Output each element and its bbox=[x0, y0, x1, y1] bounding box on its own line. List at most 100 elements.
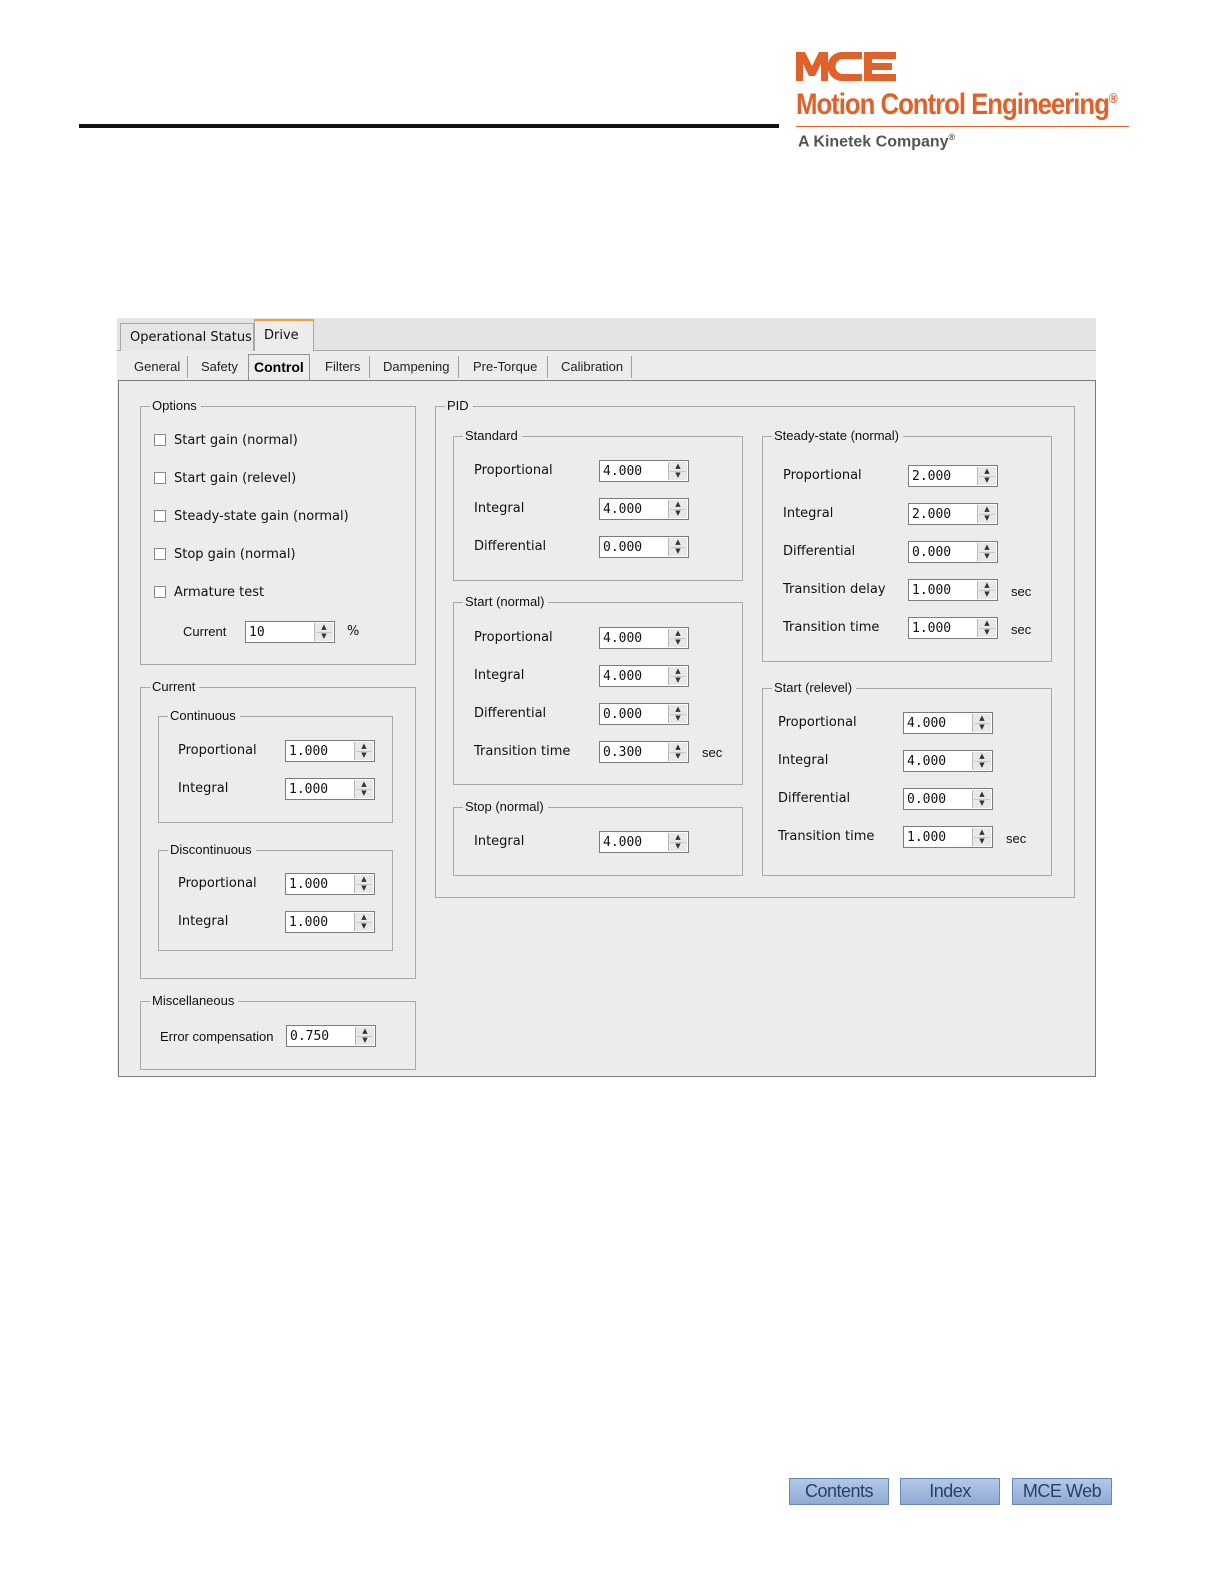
continuous-integral-input[interactable] bbox=[286, 779, 354, 799]
spin-down-icon[interactable]: ▼ bbox=[979, 476, 995, 485]
start-normal-transition-time-spinbox[interactable]: ▲▼ bbox=[599, 741, 689, 763]
spin-buttons[interactable]: ▲ ▼ bbox=[668, 538, 687, 556]
relevel-proportional-spinbox[interactable]: ▲▼ bbox=[903, 712, 993, 734]
continuous-proportional-spinbox[interactable]: ▲▼ bbox=[285, 740, 375, 762]
spin-buttons[interactable]: ▲ ▼ bbox=[354, 742, 373, 760]
steady-differential-spinbox[interactable]: ▲▼ bbox=[908, 541, 998, 563]
spin-down-icon[interactable]: ▼ bbox=[670, 842, 686, 851]
spin-down-icon[interactable]: ▼ bbox=[356, 751, 372, 760]
spin-buttons[interactable]: ▲ ▼ bbox=[977, 505, 996, 523]
subtab-calibration[interactable]: Calibration bbox=[561, 356, 623, 382]
spin-down-icon[interactable]: ▼ bbox=[357, 1036, 373, 1045]
subtab-pre-torque[interactable]: Pre-Torque bbox=[473, 356, 537, 382]
spin-down-icon[interactable]: ▼ bbox=[316, 632, 332, 641]
steady-transition-time-spinbox[interactable]: ▲▼ bbox=[908, 617, 998, 639]
spin-buttons[interactable]: ▲ ▼ bbox=[354, 913, 373, 931]
steady-integral-spinbox[interactable]: ▲▼ bbox=[908, 503, 998, 525]
start-normal-proportional-input[interactable] bbox=[600, 628, 668, 648]
spin-buttons[interactable]: ▲ ▼ bbox=[355, 1027, 374, 1045]
start-normal-transition-time-input[interactable] bbox=[600, 742, 668, 762]
steady-proportional-spinbox[interactable]: ▲▼ bbox=[908, 465, 998, 487]
spin-buttons[interactable]: ▲ ▼ bbox=[668, 500, 687, 518]
start-normal-differential-input[interactable] bbox=[600, 704, 668, 724]
spin-down-icon[interactable]: ▼ bbox=[979, 628, 995, 637]
spin-buttons[interactable]: ▲ ▼ bbox=[977, 543, 996, 561]
continuous-proportional-input[interactable] bbox=[286, 741, 354, 761]
spin-down-icon[interactable]: ▼ bbox=[670, 638, 686, 647]
spin-down-icon[interactable]: ▼ bbox=[670, 752, 686, 761]
standard-differential-spinbox[interactable]: ▲▼ bbox=[599, 536, 689, 558]
discontinuous-integral-input[interactable] bbox=[286, 912, 354, 932]
subtab-control[interactable]: Control bbox=[248, 354, 310, 380]
spin-down-icon[interactable]: ▼ bbox=[356, 789, 372, 798]
spin-down-icon[interactable]: ▼ bbox=[670, 509, 686, 518]
spin-buttons[interactable]: ▲ ▼ bbox=[972, 790, 991, 808]
spin-down-icon[interactable]: ▼ bbox=[356, 884, 372, 893]
spin-buttons[interactable]: ▲ ▼ bbox=[972, 752, 991, 770]
tab-operational-status[interactable]: Operational Status bbox=[120, 323, 254, 351]
current-spinbox[interactable]: ▲▼ bbox=[245, 621, 335, 643]
tab-drive[interactable]: Drive bbox=[254, 319, 314, 351]
spin-buttons[interactable]: ▲ ▼ bbox=[668, 629, 687, 647]
index-button[interactable]: Index bbox=[900, 1478, 1000, 1505]
spin-buttons[interactable]: ▲ ▼ bbox=[977, 467, 996, 485]
stop-gain-checkbox[interactable] bbox=[154, 548, 166, 560]
mce-web-button[interactable]: MCE Web bbox=[1012, 1478, 1112, 1505]
subtab-general[interactable]: General bbox=[134, 356, 180, 382]
discontinuous-integral-spinbox[interactable]: ▲▼ bbox=[285, 911, 375, 933]
contents-button[interactable]: Contents bbox=[789, 1478, 889, 1505]
relevel-integral-spinbox[interactable]: ▲▼ bbox=[903, 750, 993, 772]
start-gain-relevel-checkbox[interactable] bbox=[154, 472, 166, 484]
relevel-transition-time-input[interactable] bbox=[904, 827, 972, 847]
standard-integral-spinbox[interactable]: ▲▼ bbox=[599, 498, 689, 520]
start-normal-differential-spinbox[interactable]: ▲▼ bbox=[599, 703, 689, 725]
standard-integral-input[interactable] bbox=[600, 499, 668, 519]
spin-buttons[interactable]: ▲ ▼ bbox=[972, 714, 991, 732]
steady-transition-delay-spinbox[interactable]: ▲▼ bbox=[908, 579, 998, 601]
armature-test-checkbox[interactable] bbox=[154, 586, 166, 598]
steady-proportional-input[interactable] bbox=[909, 466, 977, 486]
spin-buttons[interactable]: ▲ ▼ bbox=[977, 619, 996, 637]
standard-proportional-input[interactable] bbox=[600, 461, 668, 481]
spin-buttons[interactable]: ▲ ▼ bbox=[972, 828, 991, 846]
spin-buttons[interactable]: ▲ ▼ bbox=[668, 667, 687, 685]
relevel-differential-input[interactable] bbox=[904, 789, 972, 809]
steady-integral-input[interactable] bbox=[909, 504, 977, 524]
spin-down-icon[interactable]: ▼ bbox=[979, 590, 995, 599]
start-normal-proportional-spinbox[interactable]: ▲▼ bbox=[599, 627, 689, 649]
spin-buttons[interactable]: ▲ ▼ bbox=[668, 833, 687, 851]
spin-down-icon[interactable]: ▼ bbox=[974, 837, 990, 846]
spin-down-icon[interactable]: ▼ bbox=[974, 723, 990, 732]
spin-buttons[interactable]: ▲ ▼ bbox=[668, 743, 687, 761]
spin-down-icon[interactable]: ▼ bbox=[670, 714, 686, 723]
relevel-differential-spinbox[interactable]: ▲▼ bbox=[903, 788, 993, 810]
spin-down-icon[interactable]: ▼ bbox=[356, 922, 372, 931]
start-gain-normal-checkbox[interactable] bbox=[154, 434, 166, 446]
stop-normal-integral-input[interactable] bbox=[600, 832, 668, 852]
spin-down-icon[interactable]: ▼ bbox=[979, 514, 995, 523]
spin-down-icon[interactable]: ▼ bbox=[670, 547, 686, 556]
spin-down-icon[interactable]: ▼ bbox=[979, 552, 995, 561]
discontinuous-proportional-input[interactable] bbox=[286, 874, 354, 894]
relevel-transition-time-spinbox[interactable]: ▲▼ bbox=[903, 826, 993, 848]
spin-buttons[interactable]: ▲ ▼ bbox=[314, 623, 333, 641]
spin-down-icon[interactable]: ▼ bbox=[670, 471, 686, 480]
subtab-filters[interactable]: Filters bbox=[325, 356, 360, 382]
start-normal-integral-input[interactable] bbox=[600, 666, 668, 686]
current-input[interactable] bbox=[246, 622, 314, 642]
steady-transition-delay-input[interactable] bbox=[909, 580, 977, 600]
spin-down-icon[interactable]: ▼ bbox=[974, 799, 990, 808]
steady-state-gain-checkbox[interactable] bbox=[154, 510, 166, 522]
discontinuous-proportional-spinbox[interactable]: ▲▼ bbox=[285, 873, 375, 895]
subtab-dampening[interactable]: Dampening bbox=[383, 356, 450, 382]
spin-buttons[interactable]: ▲ ▼ bbox=[977, 581, 996, 599]
spin-buttons[interactable]: ▲ ▼ bbox=[668, 705, 687, 723]
relevel-proportional-input[interactable] bbox=[904, 713, 972, 733]
spin-down-icon[interactable]: ▼ bbox=[974, 761, 990, 770]
error-compensation-spinbox[interactable]: ▲▼ bbox=[286, 1025, 376, 1047]
steady-transition-time-input[interactable] bbox=[909, 618, 977, 638]
spin-buttons[interactable]: ▲ ▼ bbox=[668, 462, 687, 480]
spin-buttons[interactable]: ▲ ▼ bbox=[354, 875, 373, 893]
subtab-safety[interactable]: Safety bbox=[201, 356, 238, 382]
spin-buttons[interactable]: ▲ ▼ bbox=[354, 780, 373, 798]
